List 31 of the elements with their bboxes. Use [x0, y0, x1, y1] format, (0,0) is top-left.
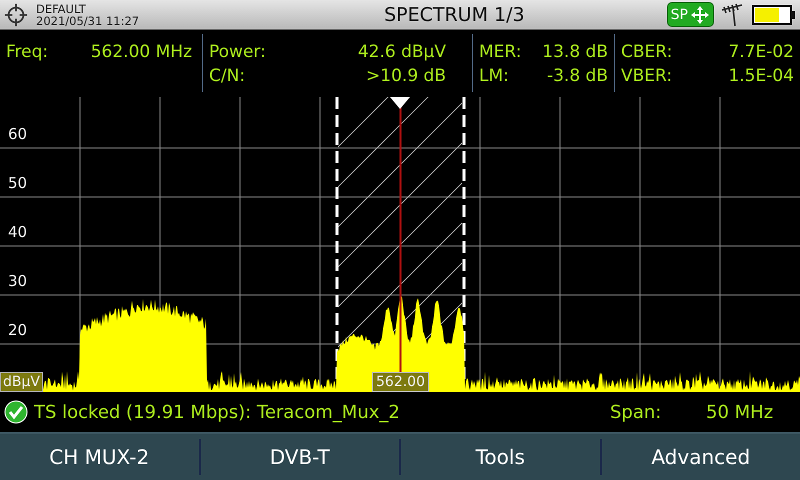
measurement-value: 42.6 dBµV — [358, 41, 446, 64]
measurement-value: >10.9 dB — [366, 65, 446, 88]
measurement-value: 1.5E-04 — [728, 65, 794, 88]
measurement-value: 13.8 dB — [542, 41, 608, 64]
y-axis-label: 30 — [8, 272, 28, 290]
y-axis-label: 20 — [8, 321, 28, 339]
span-value: 50 MHz — [706, 402, 774, 422]
measurement-label: CBER: — [621, 41, 672, 64]
span-label: Span: — [610, 402, 662, 422]
measurement-value: 562.00 MHz — [90, 41, 192, 64]
screen-title: SPECTRUM 1/3 — [383, 4, 526, 26]
measurement-value: -3.8 dB — [546, 65, 608, 88]
measurement-label: VBER: — [621, 65, 672, 88]
measurement-label: Freq: — [6, 41, 48, 64]
unit-label: dBµV — [0, 372, 43, 392]
profile-name: DEFAULT — [36, 2, 87, 14]
y-axis-label: 50 — [8, 174, 28, 192]
measurement-label: Power: — [209, 41, 266, 64]
measurement-label: MER: — [479, 41, 522, 64]
lock-status-text: TS locked (19.91 Mbps): Teracom_Mux_2 — [34, 402, 401, 422]
marker-frequency-label: 562.00 — [372, 372, 429, 392]
measurement-value: 7.7E-02 — [728, 41, 794, 64]
measurement-label: LM: — [479, 65, 509, 88]
measurement-label: C/N: — [209, 65, 246, 88]
date-time: 2021/05/31 11:27 — [36, 14, 140, 26]
marker-triangle-icon[interactable] — [390, 97, 410, 109]
battery-icon — [752, 2, 796, 26]
y-axis-label: 40 — [8, 223, 28, 241]
crosshair-icon — [4, 2, 28, 26]
y-axis-label: 60 — [8, 125, 28, 143]
move-arrows-icon — [690, 4, 710, 24]
